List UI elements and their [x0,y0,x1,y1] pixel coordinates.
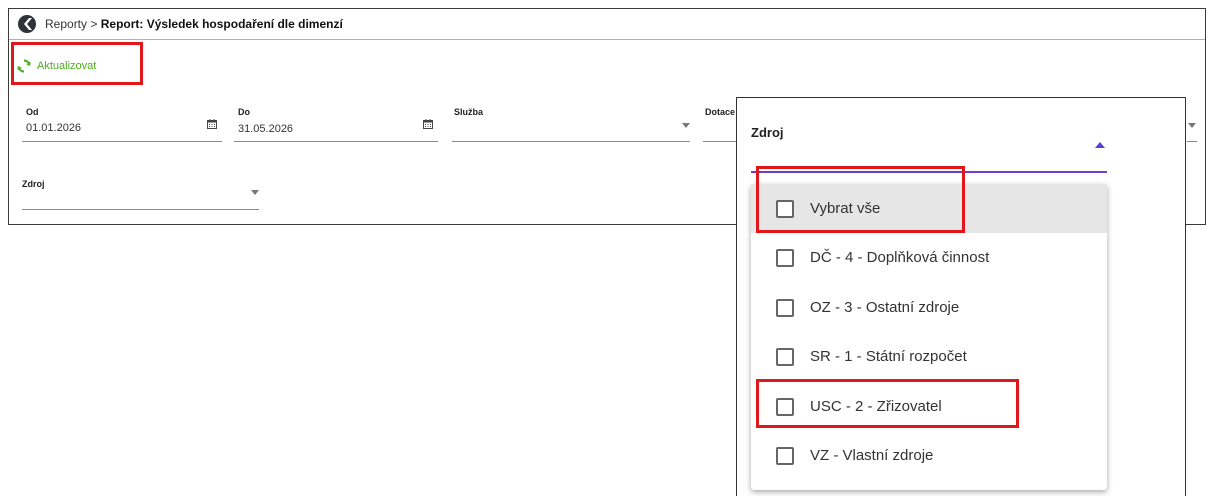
option-label: VZ - Vlastní zdroje [810,447,934,464]
refresh-label: Aktualizovat [37,60,97,72]
sluzba-select[interactable] [452,141,690,142]
sluzba-label: Služba [454,107,484,117]
breadcrumb-separator: > [90,17,98,31]
zdroj-dropdown-underline [751,171,1107,173]
zdroj-select[interactable] [22,209,259,210]
zdroj-dropdown-label: Zdroj [751,125,784,140]
zdroj-options-list: Vybrat vše DČ - 4 - Doplňková činnost OZ… [751,184,1107,490]
option-label: USC - 2 - Zřizovatel [810,398,942,415]
option-select-all[interactable]: Vybrat vše [751,184,1107,233]
do-underline [234,141,438,142]
option-dc[interactable]: DČ - 4 - Doplňková činnost [751,233,1107,282]
option-vz[interactable]: VZ - Vlastní zdroje [751,431,1107,480]
option-label: Vybrat vše [810,200,881,217]
checkbox-icon[interactable] [776,298,794,317]
sluzba-dropdown-icon[interactable] [682,123,690,128]
option-label: OZ - 3 - Ostatní zdroje [810,299,960,316]
refresh-button[interactable]: Aktualizovat [17,55,96,77]
option-sr[interactable]: SR - 1 - Státní rozpočet [751,332,1107,381]
option-usc[interactable]: USC - 2 - Zřizovatel [751,382,1107,431]
option-label: SR - 1 - Státní rozpočet [810,348,967,365]
checkbox-icon[interactable] [776,347,794,366]
do-input[interactable]: 31.05.2026 [238,123,293,135]
breadcrumb-root[interactable]: Reporty [45,17,87,31]
checkbox-icon[interactable] [776,446,794,465]
calendar-icon[interactable] [207,119,217,129]
app-logo-icon [18,15,36,33]
page-title: Report: Výsledek hospodaření dle dimenzí [100,17,343,31]
checkbox-icon[interactable] [776,199,794,218]
do-label: Do [238,107,250,117]
od-input[interactable]: 01.01.2026 [26,122,81,134]
refresh-icon [17,59,31,73]
option-label: DČ - 4 - Doplňková činnost [810,249,990,266]
calendar-icon[interactable] [423,119,433,129]
dotace-dropdown-icon[interactable] [1188,123,1196,128]
chevron-up-icon[interactable] [1095,142,1105,148]
zdroj-label: Zdroj [22,179,45,189]
dotace-underline-end [1187,141,1197,142]
dotace-label: Dotace [705,107,736,117]
checkbox-icon[interactable] [776,397,794,416]
od-label: Od [26,107,39,117]
header-bar: Reporty > Report: Výsledek hospodaření d… [9,9,1205,40]
checkbox-icon[interactable] [776,248,794,267]
od-underline [22,141,222,142]
option-oz[interactable]: OZ - 3 - Ostatní zdroje [751,283,1107,332]
breadcrumb: Reporty > Report: Výsledek hospodaření d… [45,17,343,31]
zdroj-dropdown-icon[interactable] [251,190,259,195]
